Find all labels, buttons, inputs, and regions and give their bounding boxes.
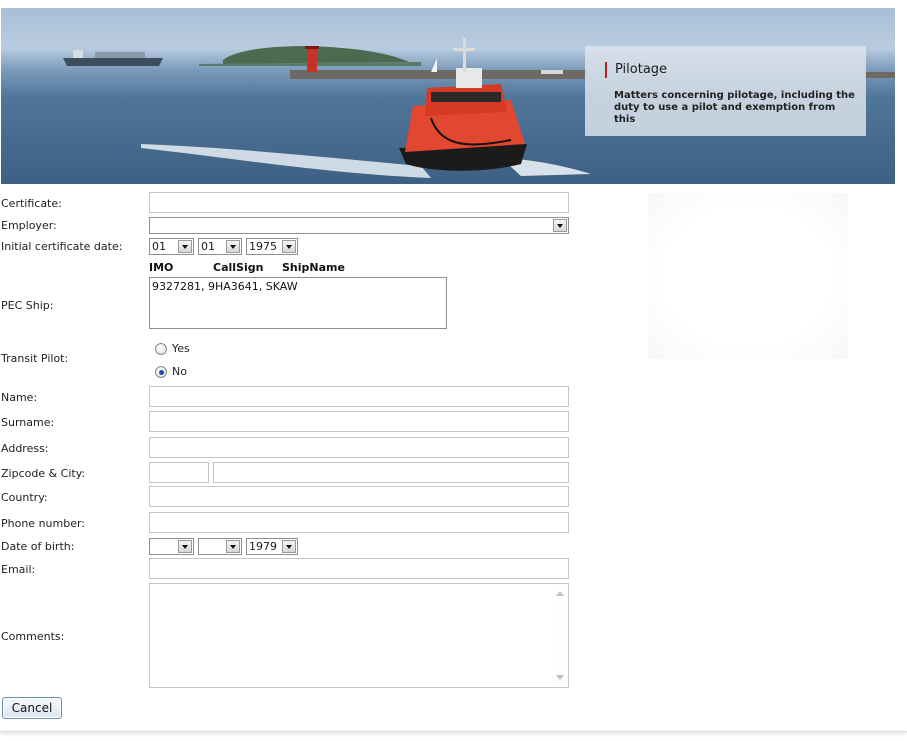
radio-no-label[interactable]: No	[172, 365, 187, 378]
surname-label: Surname:	[1, 416, 55, 429]
name-field[interactable]	[149, 386, 569, 407]
address-field[interactable]	[149, 437, 569, 458]
scroll-down-icon[interactable]	[556, 675, 564, 680]
comments-scrollbar[interactable]	[552, 584, 568, 687]
employer-label: Employer:	[1, 219, 57, 232]
comments-label: Comments:	[1, 630, 65, 643]
section-info-box: Pilotage Matters concerning pilotage, in…	[585, 46, 866, 136]
email-label: Email:	[1, 563, 36, 576]
chevron-down-icon[interactable]	[553, 219, 567, 232]
comments-textarea[interactable]	[149, 583, 569, 688]
side-panel	[648, 193, 848, 359]
initial-date-label: Initial certificate date:	[1, 240, 123, 253]
initial-year-select[interactable]: 1975	[246, 238, 298, 255]
dob-day-select[interactable]	[149, 538, 194, 555]
phone-field[interactable]	[149, 512, 569, 533]
transit-pilot-label: Transit Pilot:	[1, 352, 69, 365]
pec-ship-listbox[interactable]: 9327281, 9HA3641, SKAW	[149, 277, 447, 329]
pec-column-shipname: ShipName	[282, 261, 345, 274]
dob-year-select[interactable]: 1979	[246, 538, 298, 555]
dob-year-value: 1979	[249, 540, 277, 553]
scroll-up-icon[interactable]	[556, 591, 564, 596]
dob-month-select[interactable]	[198, 538, 242, 555]
chevron-down-icon[interactable]	[282, 240, 296, 253]
section-description: Matters concerning pilotage, including t…	[614, 90, 855, 125]
name-label: Name:	[1, 391, 38, 404]
initial-month-select[interactable]: 01	[198, 238, 242, 255]
employer-select[interactable]	[149, 217, 569, 234]
pec-column-imo: IMO	[149, 261, 174, 274]
address-label: Address:	[1, 442, 49, 455]
chevron-down-icon[interactable]	[226, 540, 240, 553]
chevron-down-icon[interactable]	[178, 240, 192, 253]
initial-month-value: 01	[201, 240, 215, 253]
certificate-label: Certificate:	[1, 197, 62, 210]
radio-yes-label[interactable]: Yes	[172, 342, 190, 355]
chevron-down-icon[interactable]	[178, 540, 192, 553]
pec-ship-label: PEC Ship:	[1, 299, 54, 312]
country-field[interactable]	[149, 486, 569, 507]
cancel-button[interactable]: Cancel	[2, 697, 62, 719]
zipcode-city-label: Zipcode & City:	[1, 467, 86, 480]
zipcode-field[interactable]	[149, 462, 209, 483]
email-field[interactable]	[149, 558, 569, 579]
initial-day-select[interactable]: 01	[149, 238, 194, 255]
initial-day-value: 01	[152, 240, 166, 253]
surname-field[interactable]	[149, 411, 569, 432]
city-field[interactable]	[213, 462, 569, 483]
page-bottom-edge	[0, 731, 907, 737]
initial-year-value: 1975	[249, 240, 277, 253]
radio-no[interactable]	[155, 366, 167, 378]
section-title: Pilotage	[605, 62, 667, 78]
dob-label: Date of birth:	[1, 540, 75, 553]
chevron-down-icon[interactable]	[282, 540, 296, 553]
radio-yes[interactable]	[155, 343, 167, 355]
phone-label: Phone number:	[1, 517, 86, 530]
list-item[interactable]: 9327281, 9HA3641, SKAW	[152, 280, 298, 293]
header-banner: Pilotage Matters concerning pilotage, in…	[1, 8, 895, 184]
pec-column-callsign: CallSign	[213, 261, 264, 274]
chevron-down-icon[interactable]	[226, 240, 240, 253]
country-label: Country:	[1, 491, 48, 504]
certificate-field[interactable]	[149, 192, 569, 213]
